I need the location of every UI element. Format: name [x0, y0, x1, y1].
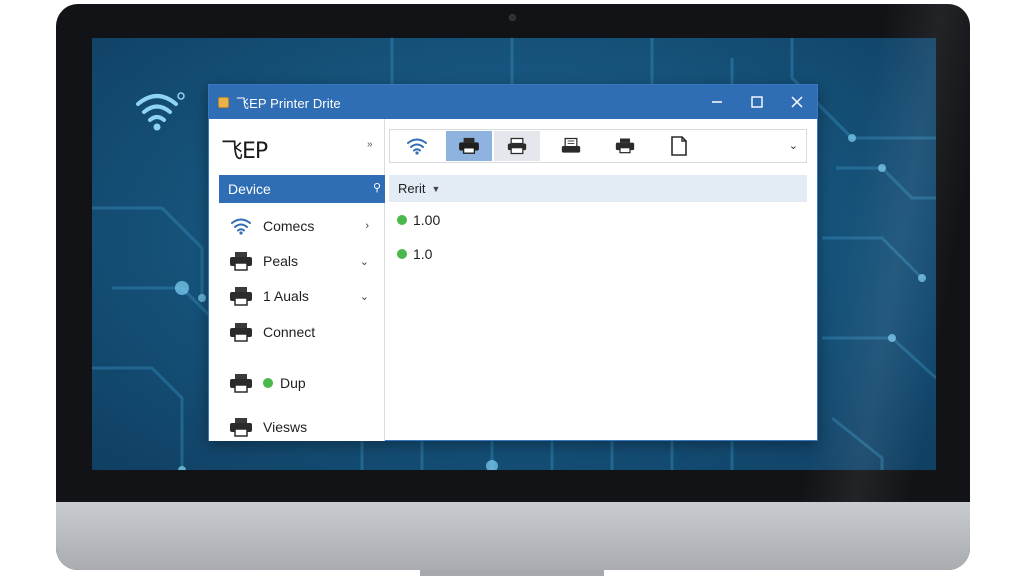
close-button[interactable] — [777, 85, 817, 119]
wifi-icon — [407, 138, 427, 155]
maximize-icon — [751, 96, 763, 108]
chevron-down-icon[interactable]: ⌄ — [789, 139, 798, 152]
sidebar-item-label: Peals — [263, 253, 299, 269]
sidebar-item-label: Dup — [280, 375, 306, 391]
toolbar-document-button[interactable] — [656, 131, 702, 161]
toolbar-printer-alt-button[interactable] — [494, 131, 540, 161]
sidebar-item-label: Viesws — [263, 419, 308, 435]
chevron-down-icon[interactable]: ⌄ — [360, 290, 369, 303]
monitor-chin — [56, 502, 970, 570]
maximize-button[interactable] — [737, 85, 777, 119]
sidebar-item-label: Comecs — [263, 218, 315, 234]
toolbar: ⌄ — [389, 129, 807, 163]
toolbar-scanner-button[interactable] — [548, 131, 594, 161]
chevron-right-icon[interactable]: › — [365, 220, 369, 232]
desktop-wifi-icon[interactable] — [132, 90, 186, 132]
minimize-button[interactable] — [697, 85, 737, 119]
list-item-value: 1.00 — [413, 212, 441, 228]
window-title: 飞EP Printer Drite — [236, 95, 341, 111]
printer-icon — [507, 137, 527, 155]
pin-icon[interactable]: ⚲ — [373, 181, 381, 194]
desktop-screen: 飞EP Printer Drite 飞EP » Device ⚲ Comecs … — [92, 38, 936, 470]
document-icon — [671, 136, 687, 156]
printer-icon — [229, 251, 253, 271]
printer-icon — [229, 417, 253, 437]
list-item-value: 1.0 — [413, 246, 433, 262]
status-online-dot — [397, 249, 407, 259]
toolbar-print-button[interactable] — [602, 131, 648, 161]
sidebar-item-connect[interactable]: Connect — [229, 319, 369, 345]
column-header[interactable]: Rerit ▼ — [389, 175, 807, 202]
app-icon — [218, 96, 229, 108]
toolbar-printer-button[interactable] — [446, 131, 492, 161]
column-header-label: Rerit — [398, 181, 426, 196]
sidebar-item-device[interactable]: Device ⚲ — [219, 175, 385, 203]
sort-caret-icon: ▼ — [431, 183, 441, 194]
sidebar-item-auals[interactable]: 1 Auals ⌄ — [229, 283, 369, 309]
minimize-icon — [712, 101, 722, 103]
title-bar[interactable]: 飞EP Printer Drite — [209, 85, 817, 119]
monitor: 飞EP Printer Drite 飞EP » Device ⚲ Comecs … — [56, 4, 970, 570]
sidebar-item-label: Device — [228, 181, 271, 197]
toolbar-wifi-button[interactable] — [394, 131, 440, 161]
printer-icon — [229, 373, 253, 393]
webcam — [509, 14, 516, 21]
sidebar-item-comecs[interactable]: Comecs › — [229, 213, 369, 239]
sidebar: 飞EP » Device ⚲ Comecs › Peals ⌄ 1 Auals … — [209, 119, 385, 441]
sidebar-item-label: Connect — [263, 324, 316, 340]
status-online-dot — [263, 378, 273, 388]
wifi-icon — [229, 216, 253, 236]
chevron-down-icon[interactable]: ⌄ — [360, 255, 369, 268]
app-logo: 飞EP — [221, 139, 268, 164]
monitor-stand — [420, 570, 604, 576]
list-item[interactable]: 1.0 — [397, 244, 432, 264]
double-chevron-icon[interactable]: » — [367, 139, 373, 150]
sidebar-item-dup[interactable]: Dup — [229, 370, 369, 396]
sidebar-item-viesws[interactable]: Viesws — [229, 414, 369, 440]
sidebar-item-label: 1 Auals — [263, 288, 309, 304]
printer-icon — [459, 137, 479, 154]
close-icon — [791, 96, 803, 108]
sidebar-item-peals[interactable]: Peals ⌄ — [229, 248, 369, 274]
printer-icon — [229, 322, 253, 342]
status-online-dot — [397, 215, 407, 225]
printer-icon — [229, 286, 253, 306]
list-item[interactable]: 1.00 — [397, 210, 440, 230]
scanner-icon — [561, 137, 581, 153]
printer-icon — [615, 138, 635, 154]
printer-driver-window: 飞EP Printer Drite 飞EP » Device ⚲ Comecs … — [208, 84, 818, 441]
